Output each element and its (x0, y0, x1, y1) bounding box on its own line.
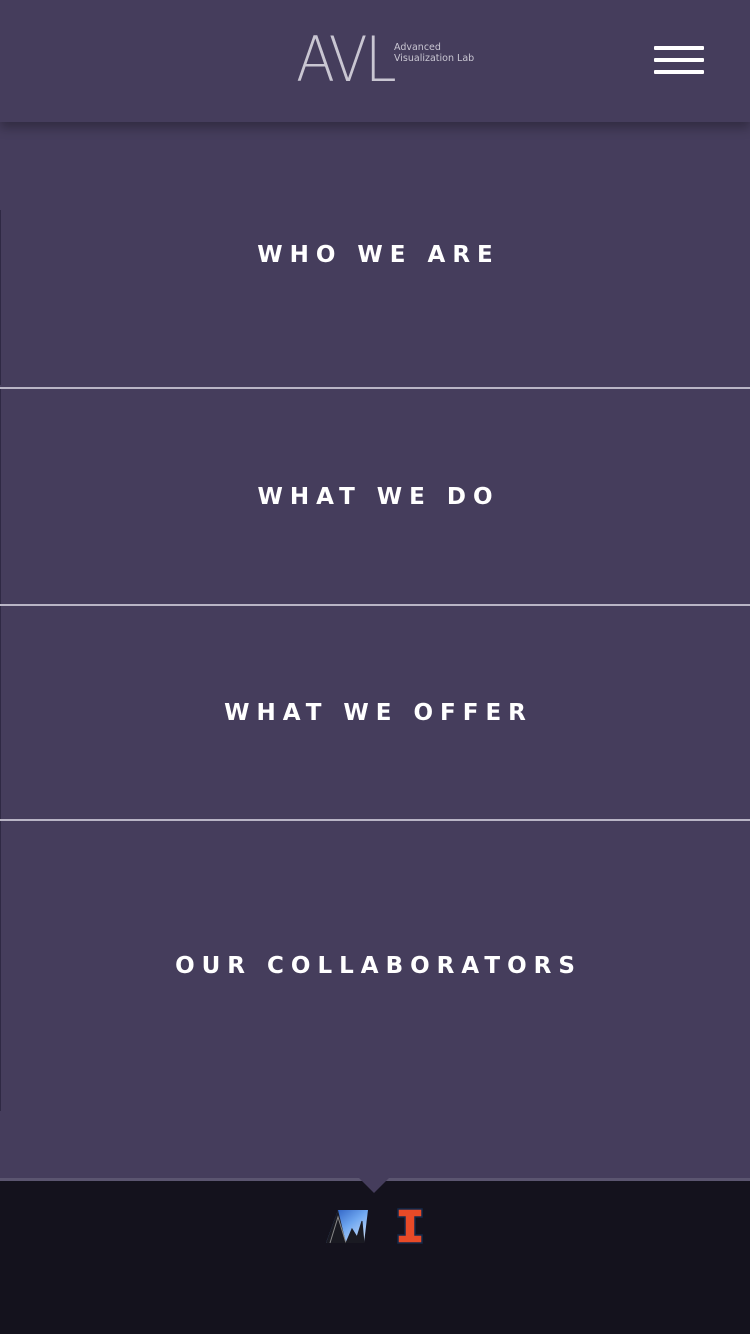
ncsa-logo[interactable] (324, 1207, 370, 1245)
menu-bar (654, 46, 704, 50)
nav-what-we-offer[interactable]: WHAT WE OFFER (0, 606, 750, 819)
nav-label: WHO WE ARE (257, 242, 500, 268)
site-header: AVL Advanced Visualization Lab (0, 0, 750, 122)
logo-mark: AVL (296, 23, 397, 96)
site-footer (0, 1178, 750, 1334)
nav-label: WHAT WE OFFER (224, 699, 533, 726)
hamburger-menu-icon[interactable] (654, 44, 704, 78)
logo-subtitle: Advanced Visualization Lab (394, 42, 474, 64)
illinois-block-i-logo[interactable] (396, 1207, 424, 1245)
nav-label: WHAT WE DO (257, 483, 500, 510)
footer-pointer-arrow (357, 1176, 391, 1193)
menu-bar (654, 58, 704, 62)
logo-subtitle-line1: Advanced (394, 42, 441, 53)
nav-our-collaborators[interactable]: OUR COLLABORATORS (0, 821, 750, 1111)
avl-logo[interactable]: AVL Advanced Visualization Lab (296, 23, 496, 96)
logo-subtitle-line2: Visualization Lab (394, 53, 475, 64)
nav-who-we-are[interactable]: WHO WE ARE (0, 122, 750, 388)
nav-label: OUR COLLABORATORS (175, 953, 582, 979)
menu-bar (654, 70, 704, 74)
nav-what-we-do[interactable]: WHAT WE DO (0, 389, 750, 604)
